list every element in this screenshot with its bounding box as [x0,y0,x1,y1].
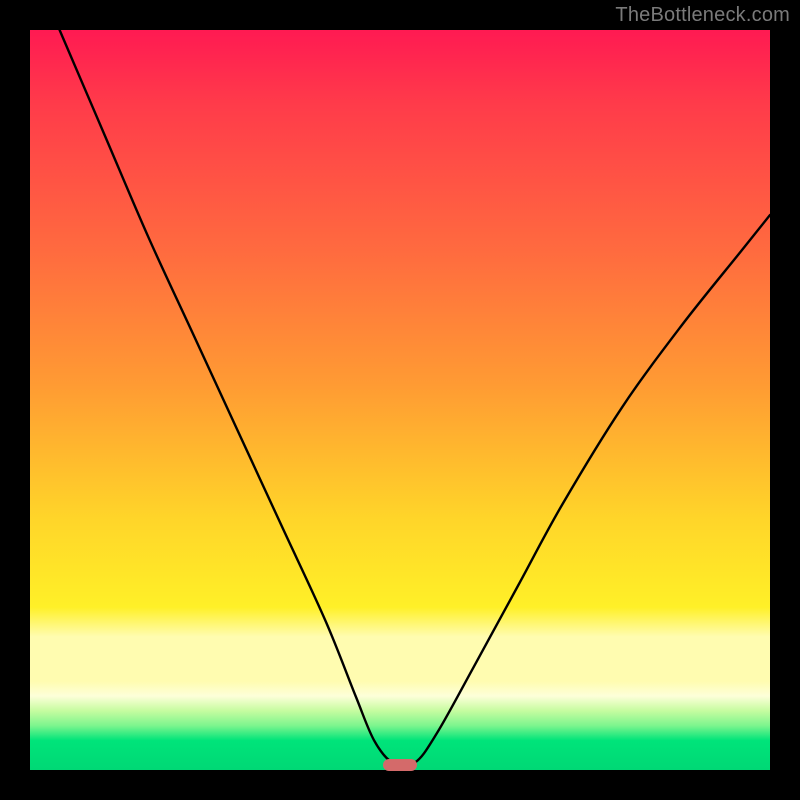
watermark-text: TheBottleneck.com [615,4,790,27]
curve-svg [30,30,770,770]
chart-frame: TheBottleneck.com [0,0,800,800]
trough-marker [383,759,417,771]
plot-area [30,30,770,770]
curve-path [60,30,770,766]
